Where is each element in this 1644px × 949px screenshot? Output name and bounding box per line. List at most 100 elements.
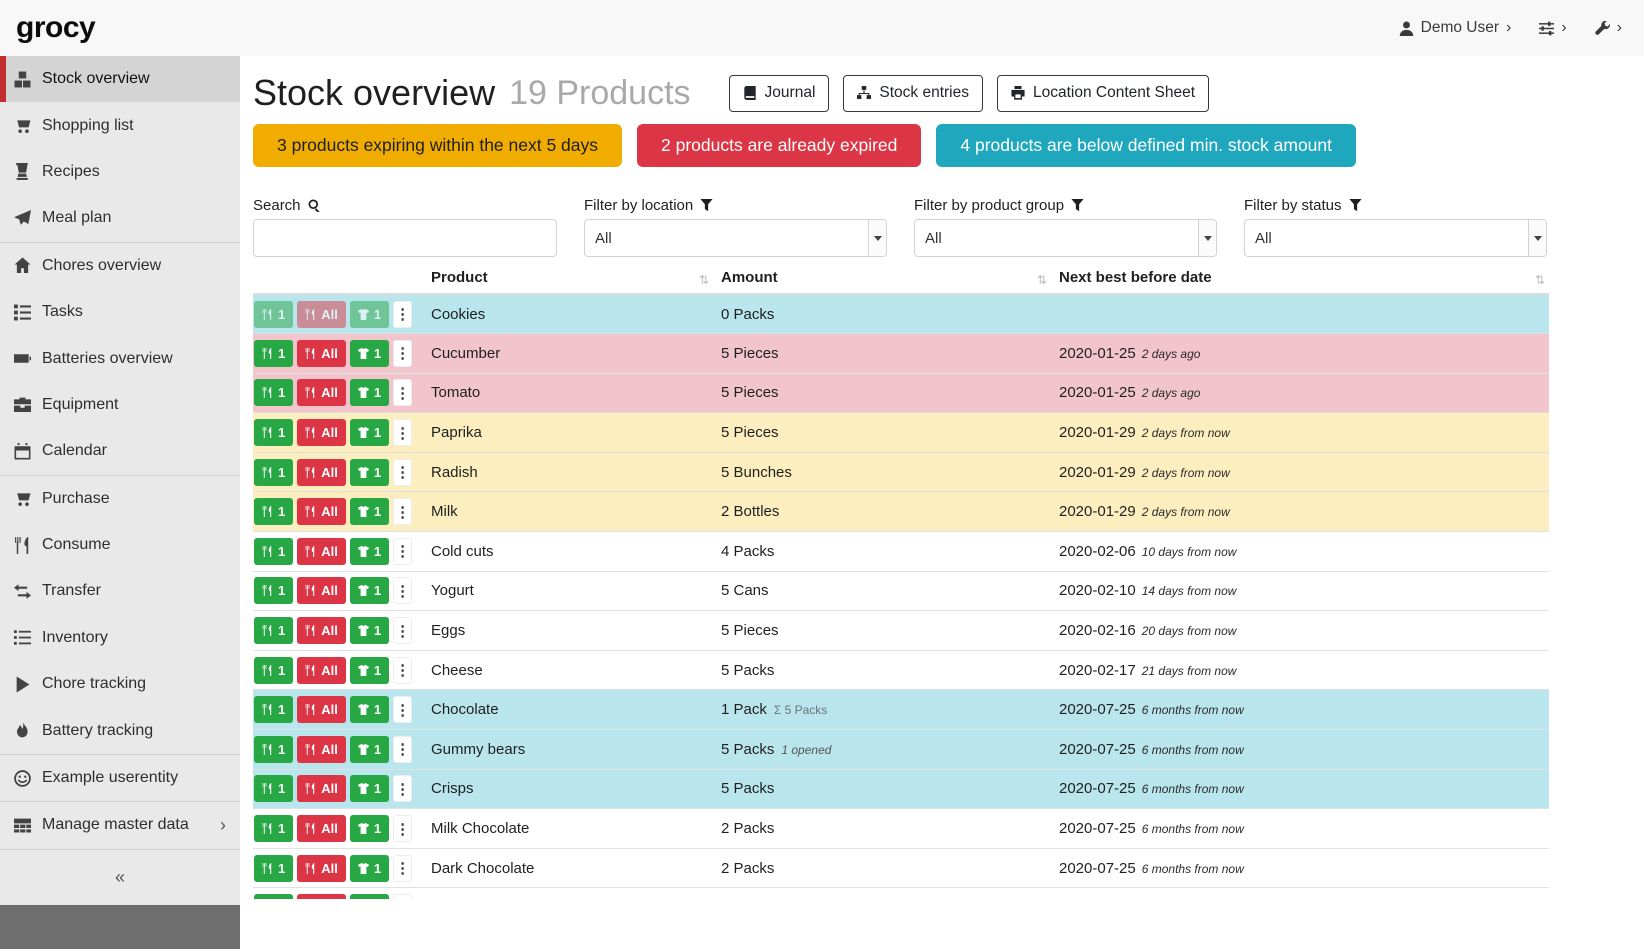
best-before-column-header[interactable]: Next best before date ⇅	[1051, 265, 1549, 294]
consume-all-button[interactable]: All	[297, 498, 346, 525]
location-filter-select[interactable]: All	[584, 219, 887, 257]
consume-all-button[interactable]: All	[297, 815, 346, 842]
sidebar-item-tasks[interactable]: Tasks	[0, 289, 240, 335]
row-menu-button[interactable]: ⋮	[393, 538, 412, 565]
consume-all-button[interactable]: All	[297, 657, 346, 684]
stock-entries-button[interactable]: Stock entries	[843, 75, 983, 112]
consume-one-button[interactable]: 1	[254, 894, 293, 899]
consume-all-button[interactable]: All	[297, 696, 346, 723]
consume-one-button[interactable]: 1	[254, 696, 293, 723]
consume-one-button[interactable]: 1	[254, 815, 293, 842]
search-input[interactable]	[253, 219, 557, 257]
row-menu-button[interactable]: ⋮	[393, 340, 412, 367]
open-product-button[interactable]: 1	[350, 657, 389, 684]
open-product-icon	[358, 863, 369, 874]
consume-all-button[interactable]: All	[297, 617, 346, 644]
expired-products-banner[interactable]: 2 products are already expired	[637, 124, 921, 167]
status-filter-select[interactable]: All	[1244, 219, 1547, 257]
sidebar-item-purchase[interactable]: Purchase	[0, 476, 240, 522]
open-product-button[interactable]: 1	[350, 379, 389, 406]
consume-all-button[interactable]: All	[297, 459, 346, 486]
open-product-button[interactable]: 1	[350, 696, 389, 723]
consume-all-button[interactable]: All	[297, 340, 346, 367]
sidebar-item-transfer[interactable]: Transfer	[0, 568, 240, 614]
row-menu-button[interactable]: ⋮	[393, 855, 412, 882]
sidebar-item-calendar[interactable]: Calendar	[0, 428, 240, 474]
sidebar-item-stock-overview[interactable]: Stock overview	[0, 56, 240, 102]
sidebar-item-consume[interactable]: Consume	[0, 522, 240, 568]
consume-one-button[interactable]: 1	[254, 379, 293, 406]
consume-all-button[interactable]: All	[297, 577, 346, 604]
below-min-stock-banner[interactable]: 4 products are below defined min. stock …	[936, 124, 1356, 167]
sidebar-item-shopping-list[interactable]: Shopping list	[0, 102, 240, 148]
consume-all-button[interactable]: All	[297, 736, 346, 763]
open-product-button[interactable]: 1	[350, 498, 389, 525]
row-menu-button[interactable]: ⋮	[393, 617, 412, 644]
open-product-button[interactable]: 1	[350, 894, 389, 899]
row-menu-button[interactable]: ⋮	[393, 379, 412, 406]
sidebar-item-chore-tracking[interactable]: Chore tracking	[0, 661, 240, 707]
location-content-sheet-button[interactable]: Location Content Sheet	[997, 75, 1209, 112]
consume-one-button[interactable]: 1	[254, 301, 293, 328]
consume-one-button[interactable]: 1	[254, 577, 293, 604]
consume-one-button[interactable]: 1	[254, 498, 293, 525]
sidebar-item-batteries-overview[interactable]: Batteries overview	[0, 335, 240, 381]
consume-one-button[interactable]: 1	[254, 855, 293, 882]
sidebar-item-inventory[interactable]: Inventory	[0, 615, 240, 661]
sidebar-collapse-button[interactable]: «	[0, 849, 240, 905]
open-product-button[interactable]: 1	[350, 617, 389, 644]
consume-all-button[interactable]: All	[297, 538, 346, 565]
consume-one-button[interactable]: 1	[254, 736, 293, 763]
open-product-button[interactable]: 1	[350, 301, 389, 328]
open-product-button[interactable]: 1	[350, 736, 389, 763]
user-menu[interactable]: Demo User ›	[1399, 19, 1512, 37]
row-menu-button[interactable]: ⋮	[393, 736, 412, 763]
consume-one-button[interactable]: 1	[254, 657, 293, 684]
consume-one-button[interactable]: 1	[254, 340, 293, 367]
open-product-button[interactable]: 1	[350, 855, 389, 882]
consume-one-button[interactable]: 1	[254, 419, 293, 446]
row-menu-button[interactable]: ⋮	[393, 419, 412, 446]
sidebar-item-example-userentity[interactable]: Example userentity	[0, 755, 240, 801]
app-logo[interactable]: grocy	[16, 11, 95, 45]
consume-all-button[interactable]: All	[297, 301, 346, 328]
journal-button[interactable]: Journal	[729, 75, 830, 112]
consume-one-button[interactable]: 1	[254, 617, 293, 644]
consume-all-button[interactable]: All	[297, 419, 346, 446]
expiring-products-banner[interactable]: 3 products expiring within the next 5 da…	[253, 124, 622, 167]
consume-all-button[interactable]: All	[297, 379, 346, 406]
consume-one-button[interactable]: 1	[254, 775, 293, 802]
row-menu-button[interactable]: ⋮	[393, 577, 412, 604]
open-product-button[interactable]: 1	[350, 577, 389, 604]
consume-one-button[interactable]: 1	[254, 538, 293, 565]
row-menu-button[interactable]: ⋮	[393, 459, 412, 486]
row-menu-button[interactable]: ⋮	[393, 301, 412, 328]
open-product-button[interactable]: 1	[350, 775, 389, 802]
open-product-button[interactable]: 1	[350, 459, 389, 486]
sidebar-item-battery-tracking[interactable]: Battery tracking	[0, 707, 240, 753]
sidebar-item-meal-plan[interactable]: Meal plan	[0, 195, 240, 241]
admin-menu[interactable]: ›	[1595, 20, 1622, 36]
product-group-filter-select[interactable]: All	[914, 219, 1217, 257]
row-menu-button[interactable]: ⋮	[393, 775, 412, 802]
sidebar-item-chores-overview[interactable]: Chores overview	[0, 243, 240, 289]
open-product-button[interactable]: 1	[350, 538, 389, 565]
open-product-button[interactable]: 1	[350, 815, 389, 842]
row-menu-button[interactable]: ⋮	[393, 894, 412, 899]
consume-all-button[interactable]: All	[297, 894, 346, 899]
row-menu-button[interactable]: ⋮	[393, 815, 412, 842]
consume-all-button[interactable]: All	[297, 855, 346, 882]
row-menu-button[interactable]: ⋮	[393, 657, 412, 684]
open-product-button[interactable]: 1	[350, 340, 389, 367]
consume-all-button[interactable]: All	[297, 775, 346, 802]
open-product-button[interactable]: 1	[350, 419, 389, 446]
consume-one-button[interactable]: 1	[254, 459, 293, 486]
sidebar-item-manage-master-data[interactable]: Manage master data›	[0, 802, 240, 848]
amount-column-header[interactable]: Amount ⇅	[713, 265, 1051, 294]
row-menu-button[interactable]: ⋮	[393, 498, 412, 525]
row-menu-button[interactable]: ⋮	[393, 696, 412, 723]
settings-menu[interactable]: ›	[1539, 20, 1566, 36]
product-column-header[interactable]: Product ⇅	[423, 265, 713, 294]
sidebar-item-equipment[interactable]: Equipment	[0, 382, 240, 428]
sidebar-item-recipes[interactable]: Recipes	[0, 149, 240, 195]
